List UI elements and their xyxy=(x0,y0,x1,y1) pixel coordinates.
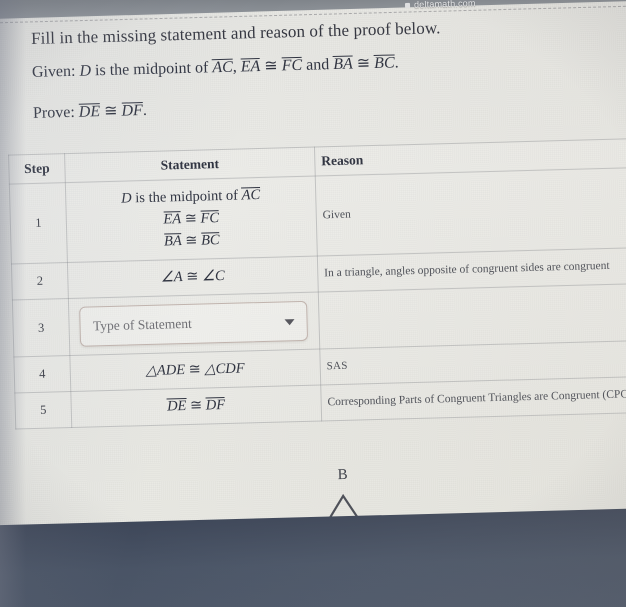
column-header-step: Step xyxy=(8,153,66,185)
row-reason: Corresponding Parts of Congruent Triangl… xyxy=(320,376,626,422)
given-label: Given: xyxy=(31,62,76,81)
row-step-number: 4 xyxy=(13,355,71,394)
dropdown-placeholder: Type of Statement xyxy=(92,316,192,334)
chevron-down-icon xyxy=(284,319,296,326)
desk-surface xyxy=(0,507,626,607)
segment-de: DE xyxy=(78,103,101,122)
row-statement: D is the midpoint of AC EA ≅ FC BA ≅ BC xyxy=(65,176,318,263)
row-statement-input-cell: Type of Statement xyxy=(68,292,320,356)
segment-ba: BA xyxy=(333,55,354,74)
prove-label: Prove: xyxy=(32,103,76,122)
statement-line: DE ≅ DF xyxy=(166,397,226,415)
segment-ac: AC xyxy=(212,58,234,78)
row-reason xyxy=(318,283,626,350)
row-step-number: 5 xyxy=(14,391,72,430)
given-statement: Given: D is the midpoint of AC, EA ≅ FC … xyxy=(31,54,399,81)
segment-ea: EA xyxy=(240,57,261,77)
proof-table: Step Statement Reason 1 D is the midpoin… xyxy=(8,138,626,430)
row-step-number: 2 xyxy=(11,262,69,301)
photo-surface: deltamath.com Fill in the missing statem… xyxy=(0,0,626,607)
row-statement: DE ≅ DF xyxy=(70,385,322,428)
segment-df: DF xyxy=(121,102,144,121)
segment-bc: BC xyxy=(373,54,395,73)
statement-line: ∠A ≅ ∠C xyxy=(160,268,225,286)
row-step-number: 3 xyxy=(12,298,70,358)
row-reason: Given xyxy=(315,167,626,257)
row-step-number: 1 xyxy=(9,182,68,265)
vertex-label-b: B xyxy=(337,466,348,484)
prove-statement: Prove: DE ≅ DF. xyxy=(32,101,148,122)
statement-type-dropdown[interactable]: Type of Statement xyxy=(79,300,309,347)
page-title: Fill in the missing statement and reason… xyxy=(30,18,441,48)
segment-fc: FC xyxy=(281,56,303,76)
statement-line: △ADE ≅ △CDF xyxy=(145,360,245,380)
